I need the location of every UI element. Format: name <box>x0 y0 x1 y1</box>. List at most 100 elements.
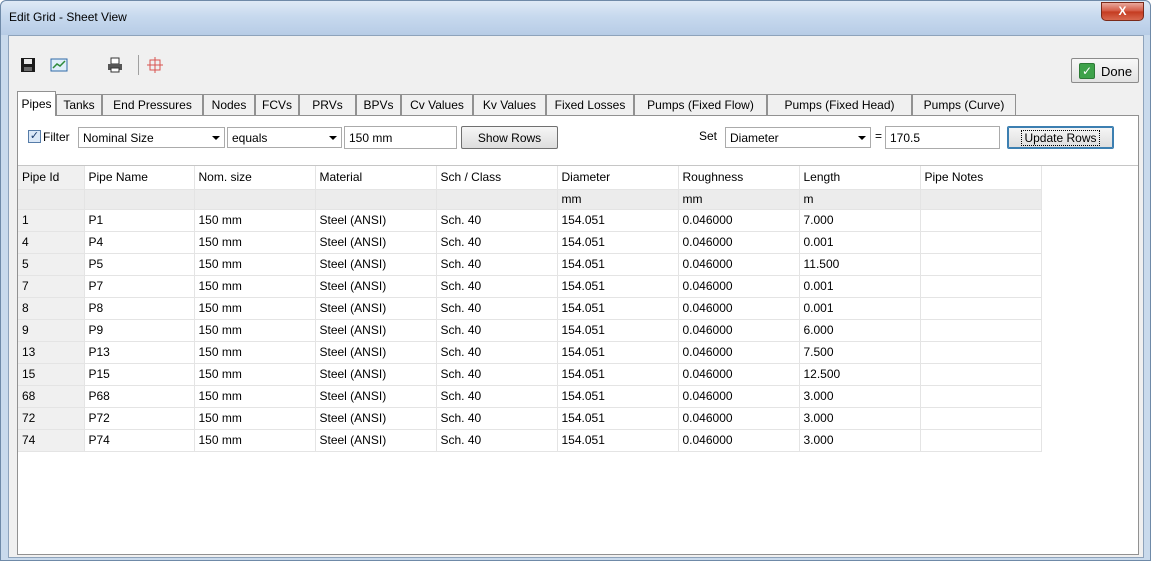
cell-diameter[interactable]: 154.051 <box>557 429 679 452</box>
column-header-roughness[interactable]: Roughness <box>678 166 800 190</box>
cell-roughness[interactable]: 0.046000 <box>678 209 800 232</box>
cell-pipe-name[interactable]: P13 <box>84 341 195 364</box>
table-row[interactable]: 1 P1 150 mm Steel (ANSI) Sch. 40 154.051 0.046… <box>18 209 1042 232</box>
close-button[interactable]: X <box>1101 2 1144 21</box>
tab-prvs[interactable]: PRVs <box>299 94 356 115</box>
cell-length[interactable]: 3.000 <box>799 385 921 408</box>
cell-sch-class[interactable]: Sch. 40 <box>436 363 558 386</box>
table-row[interactable]: 15 P15 150 mm Steel (ANSI) Sch. 40 154.051 0.0… <box>18 363 1042 386</box>
cell-sch-class[interactable]: Sch. 40 <box>436 231 558 254</box>
cell-nom-size[interactable]: 150 mm <box>194 231 316 254</box>
cell-length[interactable]: 3.000 <box>799 407 921 430</box>
cell-material[interactable]: Steel (ANSI) <box>315 297 437 320</box>
filter-checkbox[interactable]: ✓ <box>28 130 41 143</box>
filter-field-select[interactable]: Nominal Size <box>78 127 225 148</box>
table-row[interactable]: 9 P9 150 mm Steel (ANSI) Sch. 40 154.051 0.046… <box>18 319 1042 342</box>
filter-value-input[interactable]: 150 mm <box>344 126 457 149</box>
cell-pipe-id[interactable]: 13 <box>18 341 85 364</box>
cell-material[interactable]: Steel (ANSI) <box>315 385 437 408</box>
cell-diameter[interactable]: 154.051 <box>557 275 679 298</box>
cell-nom-size[interactable]: 150 mm <box>194 275 316 298</box>
cell-pipe-name[interactable]: P1 <box>84 209 195 232</box>
cell-pipe-name[interactable]: P7 <box>84 275 195 298</box>
cell-roughness[interactable]: 0.046000 <box>678 341 800 364</box>
cell-length[interactable]: 6.000 <box>799 319 921 342</box>
cell-length[interactable]: 0.001 <box>799 275 921 298</box>
cell-roughness[interactable]: 0.046000 <box>678 319 800 342</box>
cell-pipe-id[interactable]: 1 <box>18 209 85 232</box>
cell-pipe-notes[interactable] <box>920 209 1042 232</box>
cell-sch-class[interactable]: Sch. 40 <box>436 297 558 320</box>
chart-icon[interactable] <box>50 56 68 74</box>
cell-length[interactable]: 12.500 <box>799 363 921 386</box>
cell-diameter[interactable]: 154.051 <box>557 385 679 408</box>
tab-pumps-fixed-flow[interactable]: Pumps (Fixed Flow) <box>634 94 767 115</box>
tab-nodes[interactable]: Nodes <box>203 94 255 115</box>
cell-pipe-notes[interactable] <box>920 231 1042 254</box>
tab-fcvs[interactable]: FCVs <box>255 94 299 115</box>
cell-pipe-id[interactable]: 8 <box>18 297 85 320</box>
cell-material[interactable]: Steel (ANSI) <box>315 407 437 430</box>
cell-roughness[interactable]: 0.046000 <box>678 231 800 254</box>
table-row[interactable]: 74 P74 150 mm Steel (ANSI) Sch. 40 154.051 0.0… <box>18 429 1042 452</box>
tab-tanks[interactable]: Tanks <box>56 94 102 115</box>
cell-diameter[interactable]: 154.051 <box>557 209 679 232</box>
cell-nom-size[interactable]: 150 mm <box>194 209 316 232</box>
cell-diameter[interactable]: 154.051 <box>557 341 679 364</box>
title-bar[interactable]: Edit Grid - Sheet View X <box>1 1 1150 35</box>
cell-sch-class[interactable]: Sch. 40 <box>436 209 558 232</box>
cell-length[interactable]: 0.001 <box>799 231 921 254</box>
cell-pipe-name[interactable]: P5 <box>84 253 195 276</box>
print-icon[interactable] <box>106 56 124 74</box>
tab-pipes[interactable]: Pipes <box>17 91 56 116</box>
tab-bpvs[interactable]: BPVs <box>356 94 401 115</box>
column-header-pipe-id[interactable]: Pipe Id <box>18 166 85 190</box>
set-field-select[interactable]: Diameter <box>725 127 871 148</box>
cell-material[interactable]: Steel (ANSI) <box>315 363 437 386</box>
cell-sch-class[interactable]: Sch. 40 <box>436 429 558 452</box>
tab-pumps-fixed-head[interactable]: Pumps (Fixed Head) <box>767 94 912 115</box>
cell-pipe-id[interactable]: 74 <box>18 429 85 452</box>
cell-pipe-notes[interactable] <box>920 275 1042 298</box>
cell-nom-size[interactable]: 150 mm <box>194 429 316 452</box>
cell-length[interactable]: 0.001 <box>799 297 921 320</box>
cell-nom-size[interactable]: 150 mm <box>194 253 316 276</box>
cell-pipe-id[interactable]: 7 <box>18 275 85 298</box>
cell-roughness[interactable]: 0.046000 <box>678 253 800 276</box>
cell-pipe-name[interactable]: P15 <box>84 363 195 386</box>
cell-pipe-id[interactable]: 15 <box>18 363 85 386</box>
cell-diameter[interactable]: 154.051 <box>557 319 679 342</box>
cell-nom-size[interactable]: 150 mm <box>194 319 316 342</box>
table-row[interactable]: 68 P68 150 mm Steel (ANSI) Sch. 40 154.051 0.0… <box>18 385 1042 408</box>
cell-material[interactable]: Steel (ANSI) <box>315 209 437 232</box>
cell-pipe-name[interactable]: P68 <box>84 385 195 408</box>
tab-fixed-losses[interactable]: Fixed Losses <box>546 94 634 115</box>
cell-length[interactable]: 3.000 <box>799 429 921 452</box>
table-row[interactable]: 13 P13 150 mm Steel (ANSI) Sch. 40 154.051 0.0… <box>18 341 1042 364</box>
filter-operator-select[interactable]: equals <box>227 127 342 148</box>
cell-roughness[interactable]: 0.046000 <box>678 407 800 430</box>
column-header-diameter[interactable]: Diameter <box>557 166 679 190</box>
save-icon[interactable] <box>19 56 37 74</box>
table-row[interactable]: 7 P7 150 mm Steel (ANSI) Sch. 40 154.051 0.046… <box>18 275 1042 298</box>
column-header-length[interactable]: Length <box>799 166 921 190</box>
cell-pipe-name[interactable]: P74 <box>84 429 195 452</box>
set-value-input[interactable]: 170.5 <box>885 126 1000 149</box>
cell-pipe-name[interactable]: P9 <box>84 319 195 342</box>
cell-pipe-name[interactable]: P72 <box>84 407 195 430</box>
cell-sch-class[interactable]: Sch. 40 <box>436 407 558 430</box>
cell-pipe-id[interactable]: 72 <box>18 407 85 430</box>
cell-roughness[interactable]: 0.046000 <box>678 297 800 320</box>
cell-pipe-notes[interactable] <box>920 363 1042 386</box>
cell-sch-class[interactable]: Sch. 40 <box>436 275 558 298</box>
cell-roughness[interactable]: 0.046000 <box>678 385 800 408</box>
table-row[interactable]: 8 P8 150 mm Steel (ANSI) Sch. 40 154.051 0.046… <box>18 297 1042 320</box>
cell-diameter[interactable]: 154.051 <box>557 363 679 386</box>
cell-diameter[interactable]: 154.051 <box>557 253 679 276</box>
column-header-pipe-name[interactable]: Pipe Name <box>84 166 195 190</box>
cell-pipe-notes[interactable] <box>920 253 1042 276</box>
show-rows-button[interactable]: Show Rows <box>461 126 558 149</box>
cell-sch-class[interactable]: Sch. 40 <box>436 341 558 364</box>
cell-pipe-name[interactable]: P8 <box>84 297 195 320</box>
cell-pipe-notes[interactable] <box>920 429 1042 452</box>
